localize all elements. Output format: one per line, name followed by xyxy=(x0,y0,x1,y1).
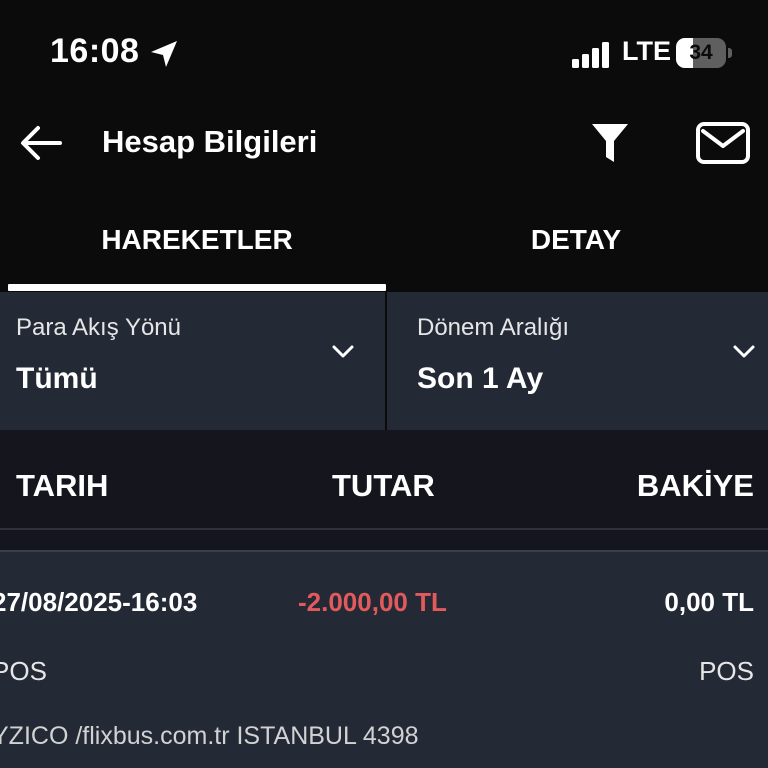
transaction-description: YZICO /flixbus.com.tr ISTANBUL 4398 xyxy=(0,722,419,750)
network-type: LTE xyxy=(622,36,671,66)
tab-hareketler[interactable]: HAREKETLER xyxy=(0,190,394,292)
active-tab-indicator xyxy=(8,284,386,291)
table-header: TARIH TUTAR BAKİYE xyxy=(0,430,768,530)
transaction-type: POS xyxy=(0,656,47,686)
transaction-amount: -2.000,00 TL xyxy=(298,587,447,617)
back-arrow-icon[interactable] xyxy=(16,118,68,168)
transaction-date: 27/08/2025-16:03 xyxy=(0,587,198,617)
column-header-amount: TUTAR xyxy=(332,468,435,503)
signal-bar xyxy=(592,48,599,68)
period-filter-dropdown[interactable]: Dönem Aralığı Son 1 Ay xyxy=(387,292,768,430)
table-spacer xyxy=(0,530,768,552)
period-filter-label: Dönem Aralığı xyxy=(417,314,570,341)
column-header-balance: BAKİYE xyxy=(636,468,754,503)
chevron-down-icon xyxy=(332,345,354,358)
signal-bar xyxy=(572,59,579,68)
signal-bar xyxy=(582,54,589,68)
location-arrow-icon xyxy=(151,41,177,67)
table-row[interactable]: 27/08/2025-16:03 -2.000,00 TL 0,00 TL PO… xyxy=(0,552,768,768)
transaction-balance: 0,00 TL xyxy=(664,587,754,617)
app-header: Hesap Bilgileri xyxy=(0,100,768,190)
battery-nub xyxy=(728,48,732,58)
status-bar: 16:08 LTE 34 xyxy=(0,0,768,100)
chevron-down-icon xyxy=(733,345,755,358)
battery-icon: 34 xyxy=(676,38,732,68)
signal-icon xyxy=(572,40,612,68)
direction-filter-value: Tümü xyxy=(16,362,98,395)
page-title: Hesap Bilgileri xyxy=(102,124,318,159)
period-filter-value: Son 1 Ay xyxy=(417,362,544,395)
battery-percentage: 34 xyxy=(689,41,713,64)
direction-filter-dropdown[interactable]: Para Akış Yönü Tümü xyxy=(0,292,385,430)
account-info-screen: 16:08 LTE 34 Hesap Bilgileri HAREKETLER … xyxy=(0,0,768,768)
filter-icon[interactable] xyxy=(586,120,634,166)
tab-bar: HAREKETLER DETAY xyxy=(0,190,768,292)
transaction-channel: POS xyxy=(699,656,754,686)
status-time: 16:08 xyxy=(50,32,140,70)
tab-detay[interactable]: DETAY xyxy=(384,190,768,292)
mail-icon[interactable] xyxy=(694,120,752,166)
filter-row: Para Akış Yönü Tümü Dönem Aralığı Son 1 … xyxy=(0,292,768,430)
direction-filter-label: Para Akış Yönü xyxy=(16,314,181,341)
signal-bar xyxy=(602,42,609,68)
column-header-date: TARIH xyxy=(16,468,109,503)
